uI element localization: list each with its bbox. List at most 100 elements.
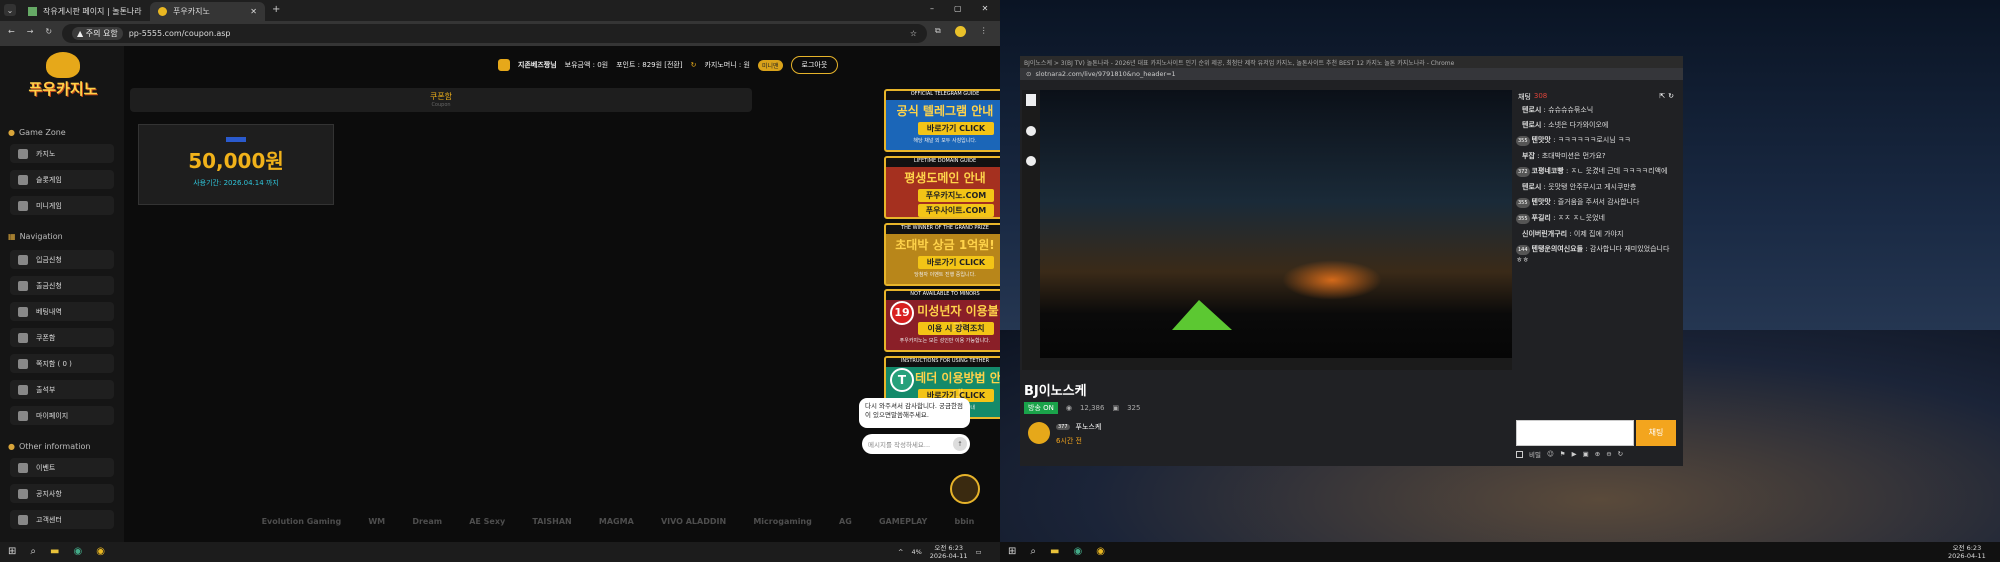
logout-button[interactable]: 로그아웃 [790, 56, 839, 74]
streamer-name[interactable]: 푸노스케 [1076, 422, 1102, 432]
sidebar-item-bet-history[interactable]: 베팅내역 [10, 302, 114, 321]
file-explorer-icon[interactable]: ▬ [50, 546, 59, 557]
site-favicon-icon [158, 7, 167, 16]
sidebar-item-withdraw[interactable]: 출금신청 [10, 276, 114, 295]
popout-icon[interactable]: ⇱ [1659, 92, 1665, 100]
provider-logo: AE Sexy [469, 516, 506, 526]
tool-icon[interactable] [1026, 126, 1036, 136]
floating-mascot-button[interactable] [950, 474, 980, 504]
mail-icon [18, 358, 28, 369]
close-tab-icon[interactable]: ✕ [250, 7, 257, 16]
sidebar-item-attendance[interactable]: 출석부 [10, 380, 114, 399]
image-icon[interactable]: ▣ [1583, 450, 1589, 458]
section-other: ● Other information [8, 442, 91, 451]
site-sidebar: 푸우카지노 ● Game Zone 카지노 슬롯게임 미니게임 ▦ Navigati… [0, 46, 124, 548]
gamepad-icon [18, 200, 28, 211]
mini-button[interactable]: 미니맨 [757, 59, 783, 71]
windows-start-icon[interactable]: ⊞ [1008, 546, 1016, 557]
notification-icon[interactable]: ▭ [976, 548, 982, 556]
url-box[interactable]: ▲ 주의 요함 pp-5555.com/coupon.asp ☆ [62, 24, 927, 43]
close-button[interactable]: ✕ [982, 4, 989, 13]
deposit-icon [18, 254, 28, 265]
sidebar-item-slot[interactable]: 슬롯게임 [10, 170, 114, 189]
banner-telegram[interactable]: OFFICIAL TELEGRAM GUIDE 공식 텔레그램 안내 바로가기 … [884, 89, 1006, 152]
clock-icon[interactable] [1026, 156, 1036, 166]
secret-checkbox[interactable] [1516, 450, 1523, 458]
maximize-button[interactable]: ▢ [954, 4, 962, 13]
coupon-card[interactable]: 50,000원 사용기간: 2026.04.14 까지 [138, 124, 334, 205]
tab-2[interactable]: 푸우카지노 ✕ [150, 2, 265, 21]
provider-logo: Dream [412, 516, 443, 526]
emoji-icon[interactable]: ☺ [1547, 450, 1554, 458]
chrome-icon[interactable]: ◉ [73, 546, 82, 557]
history-icon [18, 306, 28, 317]
sidebar-item-mypage[interactable]: 마이페이지 [10, 406, 114, 425]
coupon-expire: 사용기간: 2026.04.14 까지 [193, 179, 279, 187]
plus-icon[interactable]: ⊕ [1595, 450, 1600, 458]
flag-icon[interactable]: ⚑ [1560, 450, 1566, 458]
search-icon[interactable]: ⌕ [1030, 546, 1036, 557]
refresh-icon[interactable]: ↻ [691, 61, 697, 69]
level-badge: 377 [1056, 424, 1070, 430]
chrome-icon[interactable]: ◉ [96, 546, 105, 557]
provider-logo: bbin [954, 516, 975, 526]
refresh-icon[interactable]: ↻ [1668, 92, 1674, 100]
live-badge: 방송 ON [1024, 402, 1058, 414]
sidebar-item-minigame[interactable]: 미니게임 [10, 196, 114, 215]
balance: 보유금액 : 0원 [564, 61, 609, 69]
chat-message-input[interactable] [1516, 420, 1634, 446]
sidebar-item-casino[interactable]: 카지노 [10, 144, 114, 163]
minimize-button[interactable]: – [930, 4, 934, 13]
provider-logo: MAGMA [598, 516, 634, 526]
tab-1[interactable]: 작유게시판 페이지 | 놀톤나라 [20, 2, 150, 21]
menu-dots-icon[interactable]: ⋮ [980, 26, 988, 37]
coupon-amount: 50,000원 [188, 149, 284, 173]
chat-line: 144 텐탱운의여신요들 : 감사합니다 재미있었습니다 ㅎㅎ [1516, 245, 1670, 264]
chat-send-button[interactable]: 채팅 [1636, 420, 1676, 446]
sidebar-item-support[interactable]: 고객센터 [10, 510, 114, 529]
windows-start-icon[interactable]: ⊞ [8, 546, 16, 557]
video-icon[interactable]: ▶ [1572, 450, 1577, 458]
streamer-avatar[interactable] [1028, 422, 1050, 444]
user-info-bar: 지존베즈짱님 보유금액 : 0원 포인트 : 829원 [전환] ↻ 카지노머니… [498, 56, 839, 74]
back-arrow-icon[interactable]: ← [8, 27, 15, 36]
banner-minors[interactable]: NOT AVAILABLE TO MINORS 19 미성년자 이용불가 이용 … [884, 289, 1006, 352]
banner-grand-prize[interactable]: THE WINNER OF THE GRAND PRIZE 초대박 상금 1억원… [884, 223, 1006, 286]
file-explorer-icon[interactable]: ▬ [1050, 546, 1059, 557]
profile-icon[interactable] [954, 26, 966, 37]
points[interactable]: 포인트 : 829원 [전환] [616, 60, 683, 70]
star-icon[interactable]: ☆ [910, 29, 917, 38]
sidebar-item-messages[interactable]: 쪽지함 ( 0 ) [10, 354, 114, 373]
reload-icon[interactable]: ↻ [1618, 450, 1623, 458]
casino-money: 카지노머니 : 원 [704, 61, 750, 69]
rank-icon [498, 59, 510, 71]
chat-input[interactable]: 메시지를 작성하세요... ↑ [862, 434, 970, 454]
search-icon[interactable]: ⌕ [30, 546, 36, 557]
sidebar-item-coupon[interactable]: 쿠폰함 [10, 328, 114, 347]
coupon-title-bar: 쿠폰함 Coupon [130, 88, 752, 112]
chrome-icon[interactable]: ◉ [1096, 546, 1105, 557]
sidebar-item-deposit[interactable]: 입금신청 [10, 250, 114, 269]
minus-icon[interactable]: ⊖ [1606, 450, 1611, 458]
video-player[interactable] [1022, 90, 1512, 370]
chat-bubble: 다시 와주셔서 감사합니다. 궁금한점이 있으면말씀해주세요. [859, 398, 970, 428]
site-logo[interactable]: 푸우카지노 [10, 52, 116, 110]
sidebar-item-event[interactable]: 이벤트 [10, 458, 114, 477]
tab-list-button[interactable]: ⌄ [4, 4, 16, 16]
comment-icon: ▣ [1112, 404, 1120, 412]
banner-domain[interactable]: LIFETIME DOMAIN GUIDE 평생도메인 안내 푸우카지노.COM… [884, 156, 1006, 219]
chrome-icon[interactable]: ◉ [1073, 546, 1082, 557]
security-chip[interactable]: ▲ 주의 요함 [72, 27, 123, 40]
chat-messages: 텐로시 : 슈슈슈슈묶소닉 텐로시 : 소넷은 다가와이오에 355 텐맛맛 : … [1512, 102, 1680, 418]
reload-icon[interactable]: ↻ [45, 27, 52, 36]
new-tab-button[interactable]: + [272, 4, 280, 15]
file-icon[interactable] [1026, 94, 1036, 106]
extensions-icon[interactable]: ⧉ [935, 26, 941, 37]
send-arrow-icon[interactable]: ↑ [953, 437, 967, 451]
video-side-toolbar [1022, 90, 1040, 370]
tray-chevron-icon[interactable]: ^ [898, 548, 903, 556]
forward-arrow-icon[interactable]: → [27, 27, 34, 36]
stream-address-bar[interactable]: ⊙ slotnara2.com/live/9791810&no_header=1 [1020, 68, 1683, 80]
sidebar-item-notice[interactable]: 공지사항 [10, 484, 114, 503]
viewer-count: 12,386 [1079, 404, 1105, 412]
